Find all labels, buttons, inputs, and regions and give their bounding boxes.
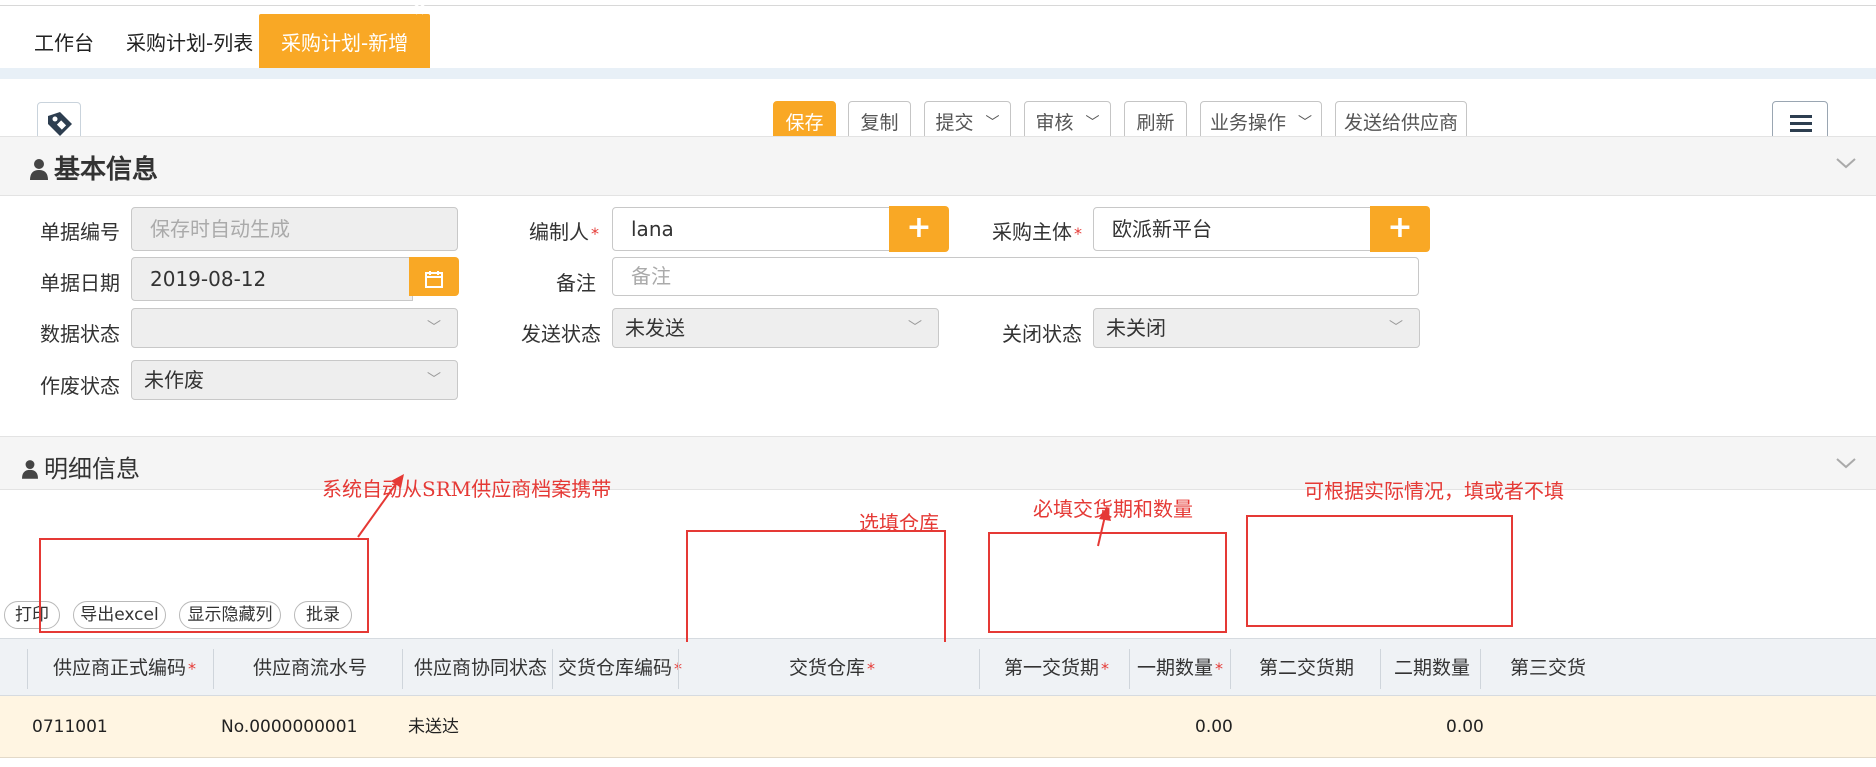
arrow-line (357, 480, 399, 538)
arrow-line (1097, 515, 1106, 547)
annotation-arrows (357, 474, 1111, 547)
arrowhead (1099, 506, 1111, 521)
arrowhead (391, 474, 404, 488)
